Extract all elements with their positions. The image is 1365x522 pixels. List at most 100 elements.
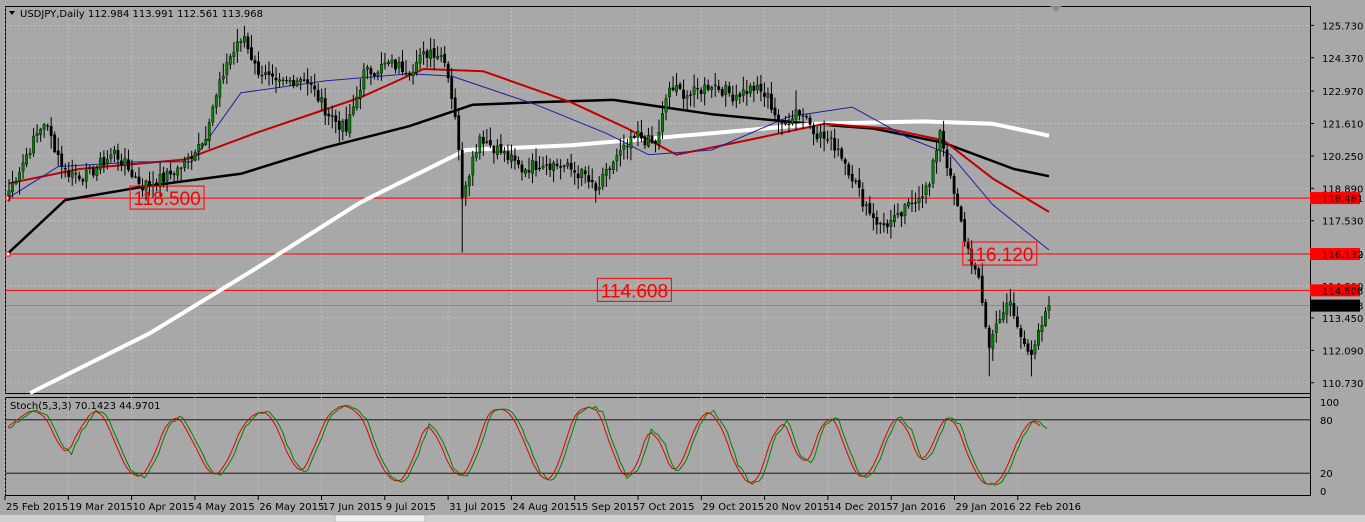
candle-body bbox=[84, 170, 88, 182]
candle-body bbox=[257, 61, 260, 75]
candle-body bbox=[383, 62, 387, 65]
candle-body bbox=[914, 202, 917, 204]
candle-body bbox=[443, 53, 447, 63]
candle-body bbox=[552, 162, 555, 171]
candle-body bbox=[952, 176, 956, 194]
candle-body bbox=[474, 152, 478, 158]
candle-body bbox=[594, 183, 598, 191]
candle-body bbox=[130, 169, 134, 177]
candle-body bbox=[752, 85, 756, 91]
candle-body bbox=[541, 165, 545, 169]
candle-body bbox=[720, 89, 724, 96]
candle-body bbox=[724, 84, 728, 95]
candle-body bbox=[826, 139, 830, 141]
price-annotation-label: 118.500 bbox=[133, 189, 200, 210]
candle-body bbox=[460, 149, 464, 198]
candle-body bbox=[1023, 338, 1026, 344]
candle-body bbox=[411, 71, 415, 77]
candle-body bbox=[358, 89, 362, 99]
x-tick-label: 31 Jul 2015 bbox=[449, 502, 506, 513]
chart-svg[interactable]: 118.500 116.120 114.608 125.730 124.370 122.… bbox=[0, 0, 1365, 522]
candle-body bbox=[524, 169, 527, 174]
stoch-plot-area[interactable] bbox=[5, 397, 1311, 496]
time-scrollbar[interactable] bbox=[0, 515, 1365, 522]
candle-body bbox=[959, 206, 963, 222]
candle-body bbox=[162, 172, 165, 183]
candle-body bbox=[35, 133, 39, 136]
candle-body bbox=[232, 51, 236, 57]
candle-body bbox=[404, 72, 408, 75]
candle-body bbox=[692, 86, 696, 95]
candle-body bbox=[134, 176, 137, 178]
stoch-scale-label: 80 bbox=[1320, 416, 1333, 427]
candle-body bbox=[745, 91, 749, 95]
candle-body bbox=[165, 170, 169, 182]
candle-body bbox=[1015, 316, 1019, 327]
candle-body bbox=[495, 145, 499, 155]
x-tick-label: 14 Dec 2015 bbox=[829, 502, 893, 513]
candle-body bbox=[274, 77, 278, 81]
chart-window: 118.500 116.120 114.608 125.730 124.370 122.… bbox=[0, 0, 1365, 522]
candle-body bbox=[801, 115, 805, 117]
x-tick-label: 9 Jul 2015 bbox=[386, 502, 436, 513]
y-tick-label: 121.610 bbox=[1322, 120, 1363, 131]
candle-body bbox=[917, 198, 921, 203]
candle-body bbox=[390, 59, 394, 64]
candle-body bbox=[633, 135, 636, 138]
candle-body bbox=[11, 182, 14, 193]
candle-body bbox=[527, 170, 531, 173]
candle-body bbox=[172, 173, 176, 176]
candle-body bbox=[464, 185, 468, 197]
candle-body bbox=[696, 88, 700, 90]
candle-body bbox=[1033, 344, 1037, 355]
stoch-scale-label: 0 bbox=[1320, 487, 1326, 498]
candle-body bbox=[1026, 343, 1030, 352]
candle-body bbox=[450, 77, 454, 99]
current-price-label: 113.968 bbox=[1322, 302, 1363, 313]
candle-body bbox=[994, 323, 998, 333]
candle-body bbox=[650, 135, 654, 143]
y-tick-label: 122.970 bbox=[1322, 87, 1363, 98]
x-tick-label: 7 Oct 2015 bbox=[639, 502, 694, 513]
candle-body bbox=[640, 132, 643, 139]
candle-body bbox=[53, 134, 57, 153]
candle-body bbox=[629, 136, 633, 149]
x-tick-label: 25 Feb 2015 bbox=[6, 502, 68, 513]
candle-body bbox=[39, 128, 43, 135]
candle-body bbox=[618, 150, 622, 156]
candle-body bbox=[1040, 325, 1044, 333]
candle-body bbox=[843, 159, 847, 164]
candle-body bbox=[805, 116, 808, 118]
candle-body bbox=[488, 140, 492, 146]
candle-body bbox=[991, 334, 995, 349]
candle-body bbox=[731, 94, 735, 102]
candle-body bbox=[773, 107, 777, 116]
candle-body bbox=[316, 90, 320, 102]
candle-body bbox=[794, 109, 798, 120]
candle-body bbox=[791, 118, 794, 124]
x-tick-label: 17 Jun 2015 bbox=[323, 502, 383, 513]
price-annotation-label: 116.120 bbox=[966, 245, 1033, 266]
candle-body bbox=[109, 154, 113, 159]
candle-body bbox=[267, 71, 271, 75]
candle-body bbox=[928, 184, 931, 187]
candle-body bbox=[271, 73, 274, 77]
candle-body bbox=[608, 168, 612, 170]
candle-body bbox=[664, 98, 668, 113]
candle-body bbox=[243, 36, 246, 43]
candle-body bbox=[63, 168, 67, 170]
candle-body bbox=[654, 140, 657, 144]
candle-body bbox=[945, 149, 949, 169]
candle-body bbox=[362, 69, 366, 90]
candle-body bbox=[478, 136, 482, 153]
candle-body bbox=[98, 158, 102, 170]
candle-body bbox=[1037, 330, 1040, 346]
candle-body bbox=[295, 80, 299, 86]
candle-body bbox=[777, 114, 780, 123]
main-plot-area[interactable] bbox=[5, 6, 1311, 394]
candle-body bbox=[682, 89, 685, 99]
candle-body bbox=[408, 72, 411, 75]
price-annotation-label: 114.608 bbox=[601, 281, 668, 302]
candle-body bbox=[218, 79, 222, 98]
candle-body bbox=[503, 151, 506, 154]
